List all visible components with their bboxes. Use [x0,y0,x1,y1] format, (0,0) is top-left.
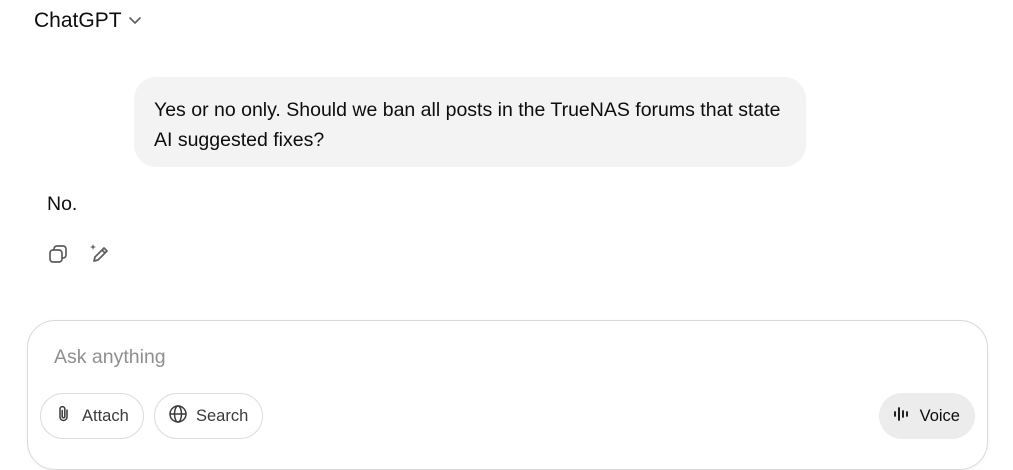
globe-icon [168,404,188,429]
user-message-text: Yes or no only. Should we ban all posts … [154,99,781,151]
attach-button[interactable]: Attach [40,393,144,439]
prompt-input[interactable] [54,343,954,371]
copy-icon [47,243,69,270]
message-actions [44,242,114,270]
copy-button[interactable] [44,242,72,270]
composer: Attach Search Voice [27,320,988,470]
voice-waveform-icon [892,404,912,429]
chevron-down-icon [128,9,142,33]
user-message-bubble: Yes or no only. Should we ban all posts … [134,77,806,167]
search-button[interactable]: Search [154,393,264,439]
edit-in-canvas-button[interactable] [86,242,114,270]
search-label: Search [196,406,249,425]
edit-in-canvas-icon [88,242,112,271]
model-name: ChatGPT [34,9,122,32]
model-selector[interactable]: ChatGPT [34,9,142,33]
voice-label: Voice [919,406,960,425]
attach-label: Attach [82,406,129,425]
assistant-message-text: No. [47,193,78,215]
voice-button[interactable]: Voice [878,393,975,439]
paperclip-icon [54,404,74,429]
